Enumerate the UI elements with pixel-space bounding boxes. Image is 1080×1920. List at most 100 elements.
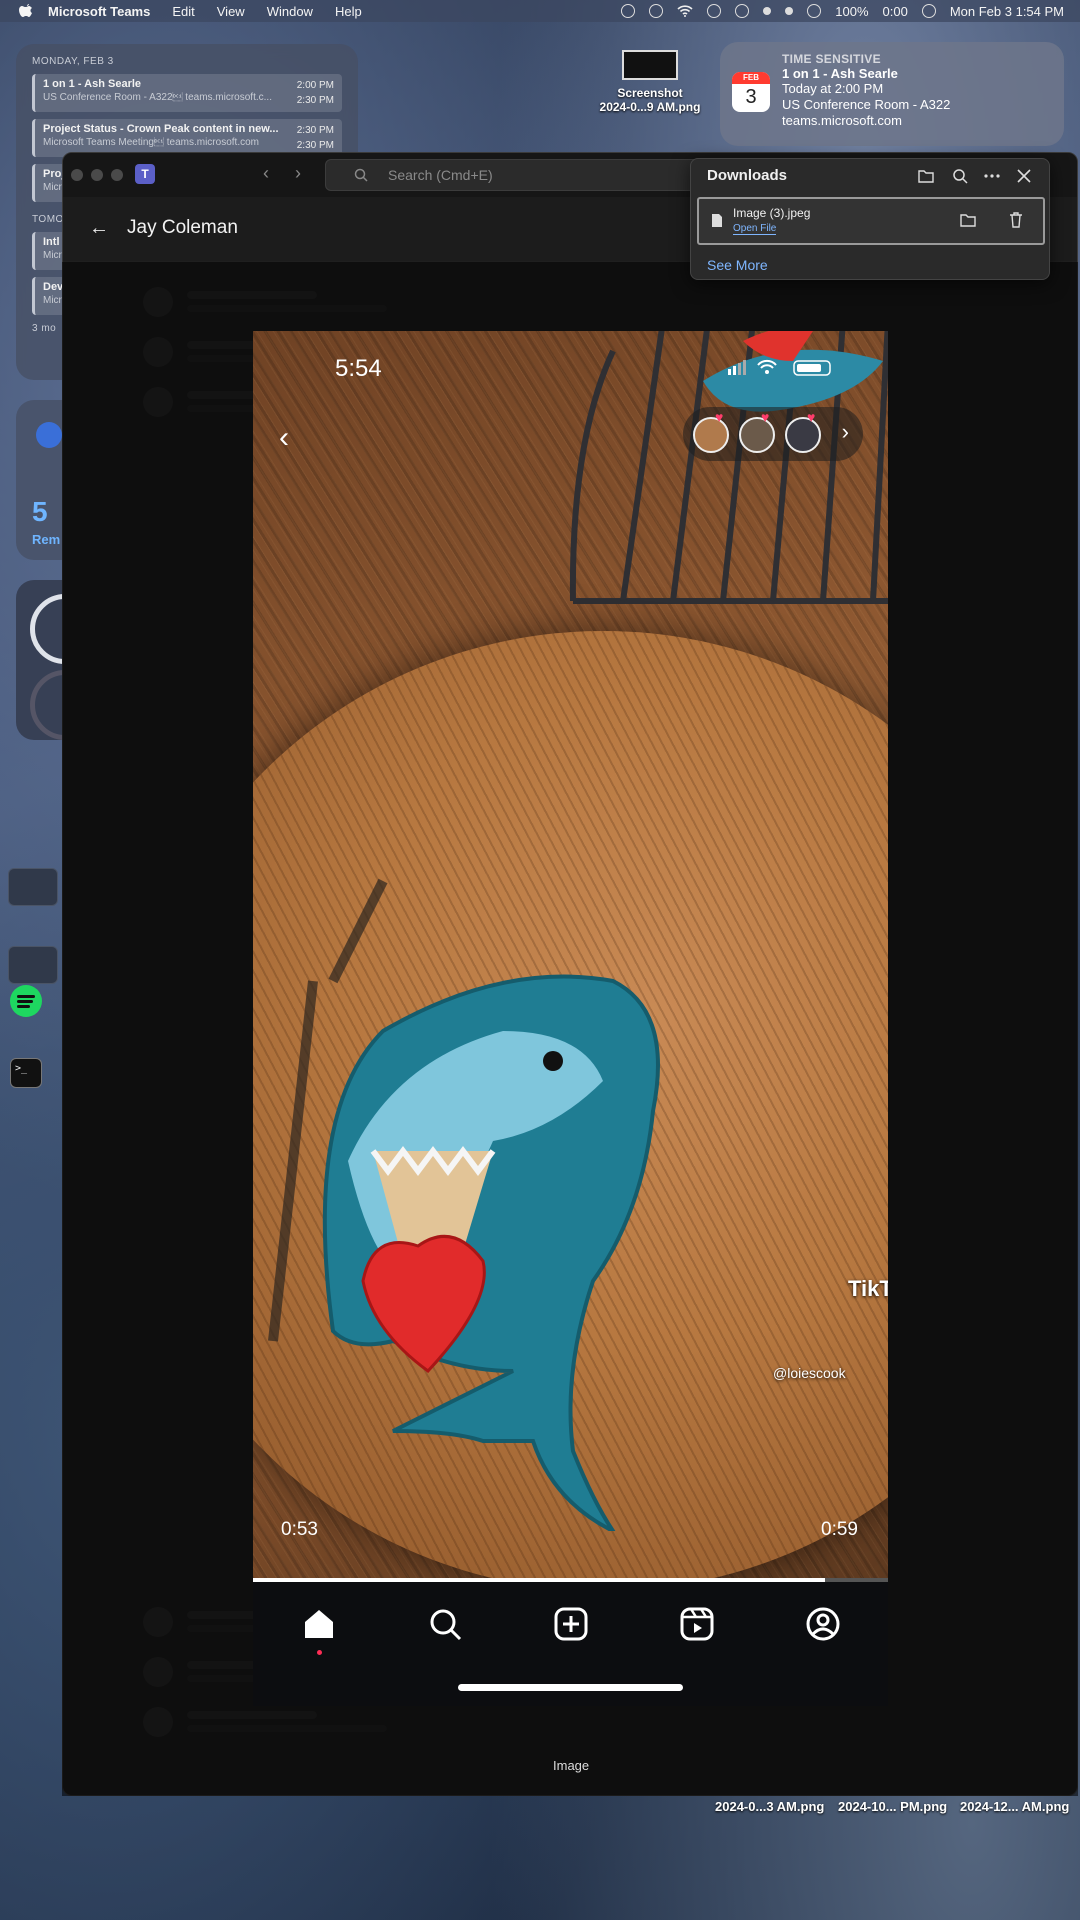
see-more-link[interactable]: See More: [707, 257, 768, 273]
show-in-folder-icon[interactable]: [959, 211, 977, 229]
file-thumbnail: [622, 50, 678, 80]
menu-view[interactable]: View: [217, 4, 245, 19]
bluetooth-icon[interactable]: [807, 4, 822, 18]
calendar-icon-day: 3: [745, 86, 757, 108]
reminders-widget[interactable]: 5 Rem: [16, 400, 66, 560]
heart-icon: ♥: [807, 409, 816, 425]
profile-icon[interactable]: [803, 1604, 843, 1644]
desktop-file-label[interactable]: 2024-0...3 AM.png: [715, 1799, 824, 1814]
record-dot-2-icon[interactable]: [785, 7, 794, 15]
board-engraving: IES: [568, 1523, 692, 1531]
event-title: 1 on 1 - Ash Searle: [43, 78, 142, 90]
apple-icon[interactable]: [18, 3, 34, 19]
calendar-icon-month: FEB: [732, 72, 770, 84]
desktop-file-screenshot[interactable]: Screenshot 2024-0...9 AM.png: [590, 50, 710, 114]
home-indicator: [458, 1684, 683, 1691]
play-icon[interactable]: [735, 4, 750, 18]
chevron-right-icon[interactable]: ›: [842, 419, 849, 445]
story-avatars[interactable]: ♥ ♥ ♥ ›: [683, 407, 863, 461]
home-icon[interactable]: [299, 1604, 339, 1644]
record-dot-icon[interactable]: [763, 7, 772, 15]
image-preview[interactable]: IES 5:54 ‹ ♥ ♥ ♥ › TikTok @loiescook 0:5…: [253, 331, 888, 1706]
calendar-event[interactable]: 1 on 1 - Ash Searle US Conference Room -…: [32, 74, 342, 112]
vpn-icon[interactable]: [707, 4, 722, 18]
open-file-link[interactable]: Open File: [733, 223, 777, 235]
calendar-day-label: MONDAY, FEB 3: [32, 56, 114, 67]
clock-widget[interactable]: [16, 580, 100, 740]
search-icon[interactable]: [951, 167, 969, 185]
tiktok-watermark: TikTok: [848, 1276, 888, 1301]
delete-icon[interactable]: [1007, 211, 1025, 229]
chevron-left-icon[interactable]: ‹: [279, 421, 289, 455]
phone-status-icons: [728, 359, 831, 376]
desktop-file-label[interactable]: 2024-12... AM.png: [960, 1799, 1069, 1814]
back-arrow-icon[interactable]: ←: [89, 217, 109, 240]
search-icon: [354, 168, 368, 182]
video-elapsed-time: 0:53: [281, 1519, 318, 1540]
battery-percent[interactable]: 100%: [835, 4, 868, 19]
nav-forward-icon[interactable]: ›: [295, 163, 301, 184]
zoom-window-button[interactable]: [111, 169, 123, 181]
reminders-label: Rem: [32, 532, 61, 547]
video-total-time: 0:59: [821, 1519, 858, 1540]
menu-help[interactable]: Help: [335, 4, 362, 19]
file-title: Screenshot: [617, 86, 683, 100]
minimize-window-button[interactable]: [91, 169, 103, 181]
event-times: 2:00 PM 2:30 PM: [297, 78, 334, 108]
status-area: 100% 0:00 Mon Feb 3 1:54 PM: [621, 4, 1080, 19]
event-title: Project Status - Crown Peak content in n…: [43, 123, 279, 135]
terminal-icon[interactable]: >_: [10, 1058, 42, 1088]
download-item[interactable]: Image (3).jpeg Open File: [697, 197, 1045, 245]
folder-icon[interactable]: [917, 167, 935, 185]
desktop-file-label[interactable]: 2024-10... PM.png: [838, 1799, 947, 1814]
app-tab-bar: [253, 1582, 888, 1706]
calendar-app-icon: FEB 3: [732, 72, 770, 112]
notification-tag: TIME SENSITIVE: [782, 52, 881, 66]
notification-title: 1 on 1 - Ash Searle: [782, 66, 898, 81]
event-end: 2:30 PM: [296, 95, 334, 106]
search-input[interactable]: Search (Cmd+E): [325, 159, 745, 191]
wifi-icon[interactable]: [677, 5, 693, 17]
close-window-button[interactable]: [71, 169, 83, 181]
window-thumbnail[interactable]: [8, 868, 58, 906]
heart-icon: ♥: [761, 409, 770, 425]
reminders-list-icon: [36, 422, 62, 448]
event-end: 2:30 PM: [296, 140, 334, 151]
close-icon[interactable]: [1015, 167, 1033, 185]
notification-line: US Conference Room - A322: [782, 97, 951, 112]
window-thumbnail[interactable]: [8, 946, 58, 984]
menu-app-name[interactable]: Microsoft Teams: [48, 4, 150, 19]
menu-edit[interactable]: Edit: [172, 4, 194, 19]
spotify-icon[interactable]: [10, 985, 42, 1017]
search-icon[interactable]: [425, 1604, 465, 1644]
event-start: 2:30 PM: [296, 125, 334, 136]
menu-window[interactable]: Window: [267, 4, 313, 19]
tiktok-username: @loiescook: [773, 1365, 846, 1381]
calendar-notification[interactable]: FEB 3 TIME SENSITIVE 1 on 1 - Ash Searle…: [720, 42, 1064, 146]
cloud-icon[interactable]: [649, 4, 664, 18]
control-center-icon[interactable]: [921, 4, 936, 18]
create-icon[interactable]: [551, 1604, 591, 1644]
search-placeholder: Search (Cmd+E): [388, 167, 493, 183]
menubar-clock[interactable]: Mon Feb 3 1:54 PM: [950, 4, 1064, 19]
timer-text[interactable]: 0:00: [883, 4, 908, 19]
phone-status-time: 5:54: [335, 355, 382, 382]
download-file-name: Image (3).jpeg: [733, 206, 811, 220]
event-times: 2:30 PM 2:30 PM: [297, 123, 334, 153]
notification-line: Today at 2:00 PM: [782, 81, 884, 96]
downloads-panel: Downloads Image (3).jpeg Open File See M…: [690, 158, 1050, 280]
file-icon: [712, 214, 722, 227]
chat-title: Jay Coleman: [127, 217, 238, 238]
reels-icon[interactable]: [677, 1604, 717, 1644]
nav-back-icon[interactable]: ‹: [263, 163, 269, 184]
menu-bar: Microsoft Teams Edit View Window Help 10…: [0, 0, 1080, 22]
notification-dot: [317, 1650, 322, 1655]
shark-cookie: IES: [268, 878, 692, 1531]
teams-logo-icon: T: [135, 164, 155, 184]
event-start: 2:00 PM: [296, 80, 334, 91]
event-subtitle: Microsoft Teams Meeting teams.microsoft…: [43, 137, 259, 148]
more-options-icon[interactable]: [983, 167, 1001, 185]
teams-status-icon[interactable]: [621, 4, 636, 18]
reminders-count: 5: [32, 496, 48, 527]
image-caption: Image: [553, 1758, 590, 1773]
